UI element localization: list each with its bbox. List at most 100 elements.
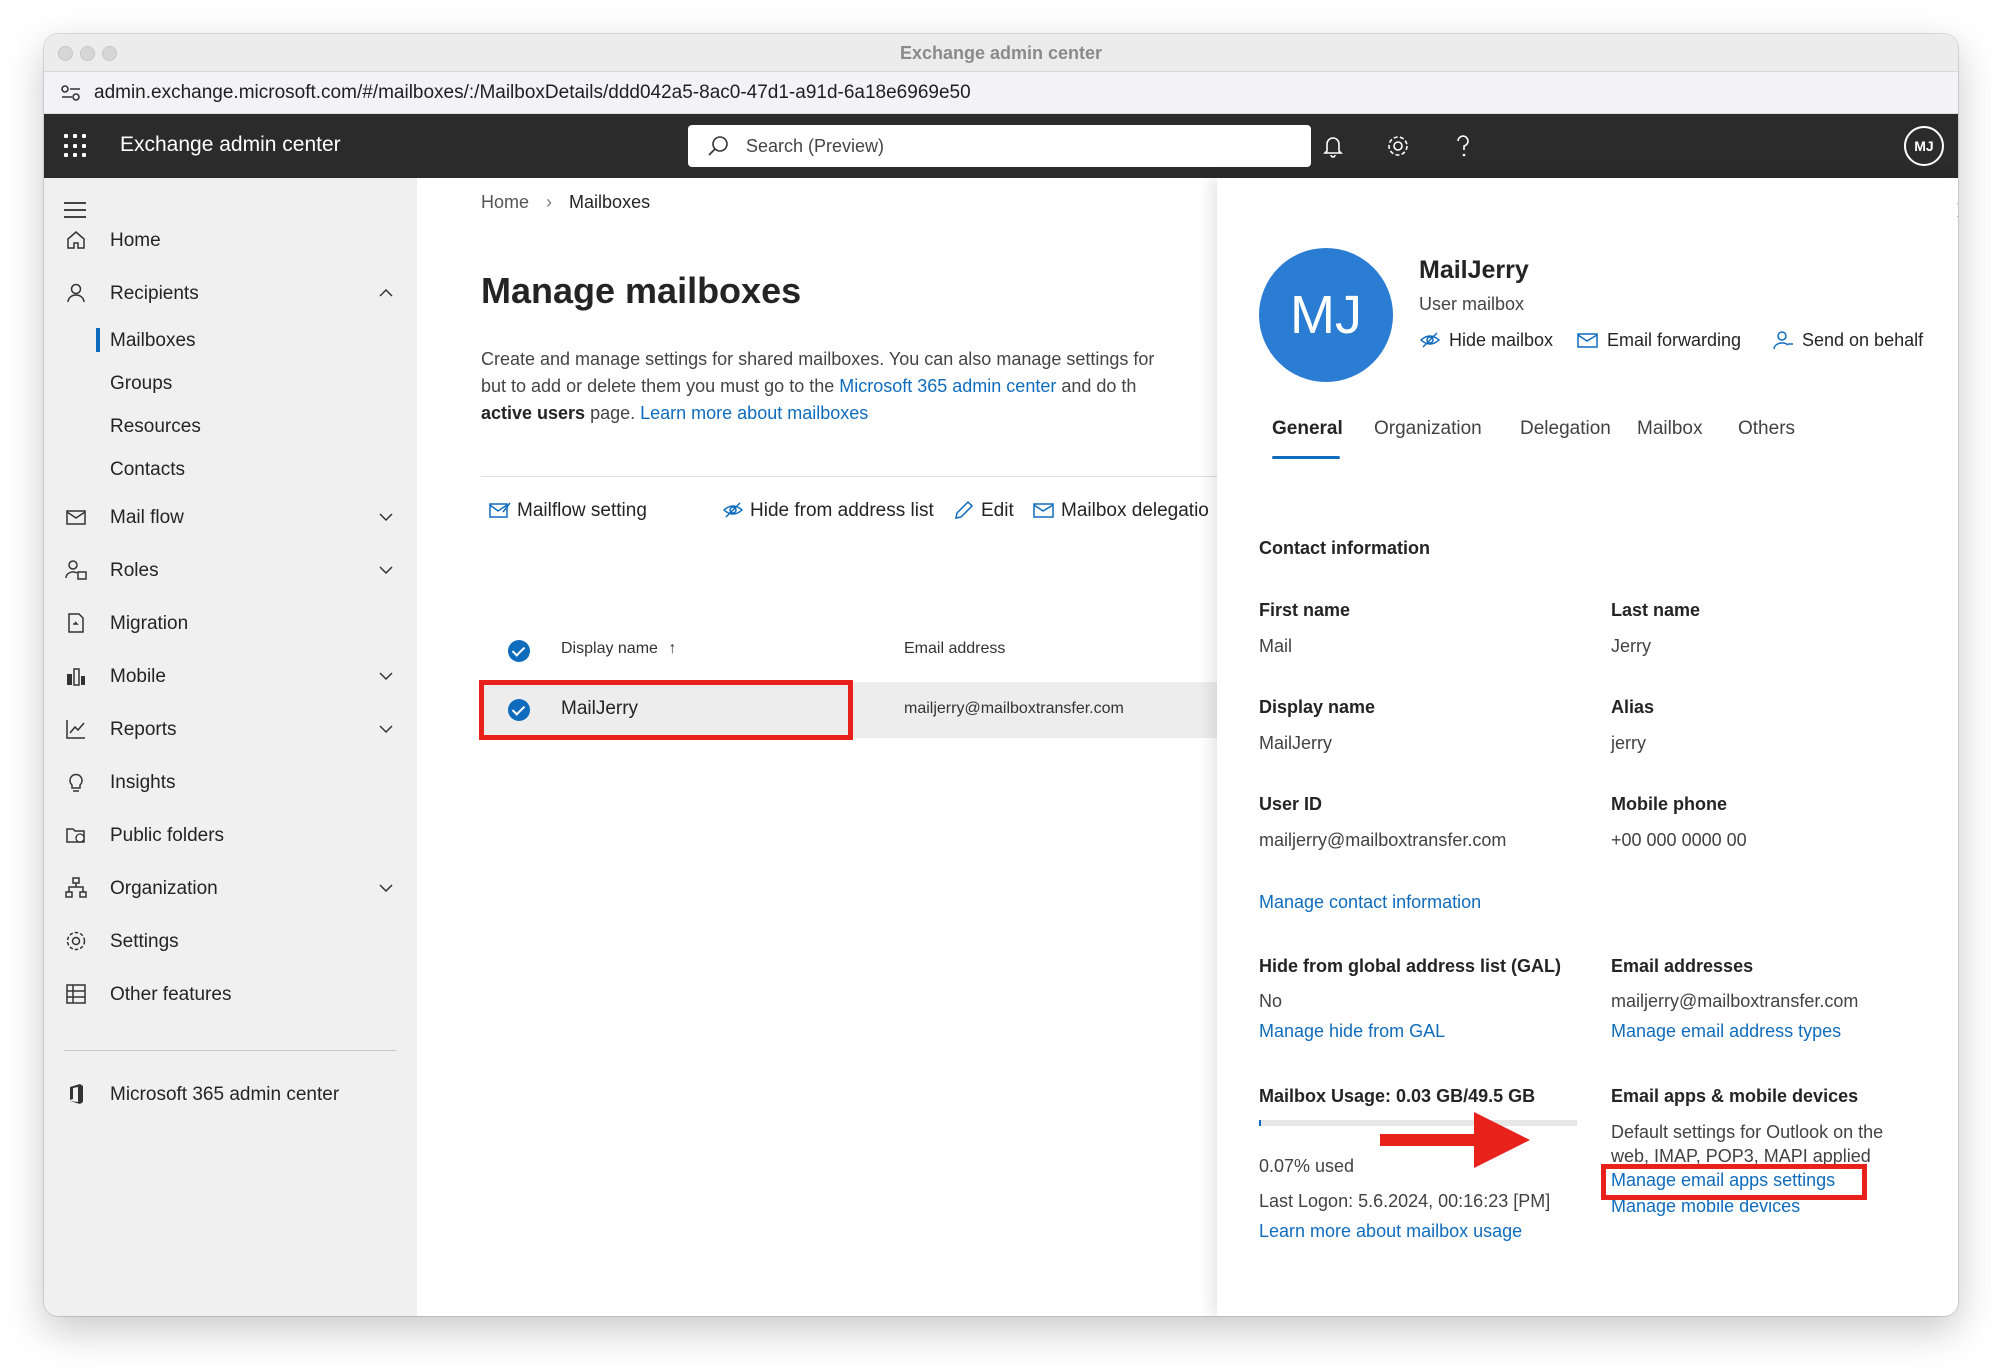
app-launcher-icon[interactable] (64, 134, 88, 158)
sidebar-item-settings[interactable]: Settings (44, 921, 417, 961)
hide-mailbox-button[interactable]: Hide mailbox (1419, 330, 1553, 351)
send-on-behalf-button[interactable]: Send on behalf (1772, 330, 1923, 351)
action-label: Send on behalf (1802, 330, 1924, 350)
chevron-down-icon[interactable] (378, 562, 394, 578)
sidebar-item-groups[interactable]: Groups (44, 363, 417, 403)
address-bar[interactable]: admin.exchange.microsoft.com/#/mailboxes… (44, 72, 1958, 114)
sidebar-item-mail-flow[interactable]: Mail flow (44, 497, 417, 537)
sidebar-item-label: Migration (110, 613, 189, 634)
sidebar-item-recipients[interactable]: Recipients (44, 273, 417, 313)
app-title[interactable]: Exchange admin center (120, 133, 341, 157)
description-text: page. (585, 403, 641, 423)
sidebar-item-label: Organization (110, 878, 218, 899)
select-all-checkbox[interactable] (508, 640, 530, 662)
search-input[interactable]: Search (Preview) (746, 136, 884, 157)
sidebar-item-mailboxes[interactable]: Mailboxes (44, 320, 417, 360)
sidebar-item-roles[interactable]: Roles (44, 550, 417, 590)
search-box[interactable]: Search (Preview) (688, 125, 1311, 167)
person-icon (1773, 331, 1793, 350)
last-name-label: Last name (1611, 600, 1701, 620)
column-header-display-name[interactable]: Display name ↑ (561, 640, 676, 658)
sidebar-item-label: Roles (110, 560, 159, 581)
chevron-up-icon[interactable] (378, 285, 394, 301)
first-name-value: Mail (1259, 636, 1293, 656)
chevron-down-icon[interactable] (378, 509, 394, 525)
alias-label: Alias (1611, 697, 1655, 717)
command-label: Mailbox delegatio (1061, 500, 1209, 521)
learn-more-usage-link[interactable]: Learn more about mailbox usage (1259, 1221, 1522, 1242)
org-icon (65, 877, 87, 898)
bell-icon[interactable] (1318, 131, 1348, 161)
sidebar-item-home[interactable]: Home (44, 220, 417, 260)
sidebar-item-m365-admin[interactable]: Microsoft 365 admin center (44, 1074, 417, 1114)
tab-mailbox[interactable]: Mailbox (1637, 418, 1702, 440)
app-header: Exchange admin center Search (Preview) M… (44, 114, 1958, 178)
row-email: mailjerry@mailboxtransfer.com (904, 700, 1124, 717)
tab-organization[interactable]: Organization (1374, 418, 1482, 440)
sidebar-item-label: Public folders (110, 825, 225, 846)
page-title: Manage mailboxes (481, 270, 802, 311)
gear-icon[interactable] (1383, 131, 1413, 161)
manage-contact-info-link[interactable]: Manage contact information (1259, 892, 1481, 913)
chevron-down-icon[interactable] (378, 721, 394, 737)
sidebar-item-other-features[interactable]: Other features (44, 974, 417, 1014)
column-header-label: Display name (561, 640, 658, 657)
email-forwarding-button[interactable]: Email forwarding (1577, 330, 1741, 351)
mailbox-usage-label: Mailbox Usage: 0.03 GB/49.5 GB (1259, 1086, 1536, 1106)
mail-forward-icon (1577, 333, 1598, 348)
mailbox-delegation-button[interactable]: Mailbox delegatio (1033, 500, 1209, 522)
manage-hide-from-gal-link[interactable]: Manage hide from GAL (1259, 1021, 1445, 1042)
page-description: Create and manage settings for shared ma… (481, 346, 1217, 427)
description-text: and do th (1056, 376, 1137, 396)
url-text[interactable]: admin.exchange.microsoft.com/#/mailboxes… (94, 82, 971, 104)
last-name-value: Jerry (1611, 636, 1651, 656)
sidebar-item-mobile[interactable]: Mobile (44, 656, 417, 696)
site-settings-icon[interactable] (60, 83, 82, 103)
user-avatar[interactable]: MJ (1904, 126, 1944, 166)
hide-icon (1419, 332, 1441, 348)
last-logon: Last Logon: 5.6.2024, 00:16:23 [PM] (1259, 1191, 1551, 1211)
edit-button[interactable]: Edit (953, 500, 1014, 522)
m365-admin-link[interactable]: Microsoft 365 admin center (839, 376, 1056, 396)
description-text: but to add or delete them you must go to… (481, 376, 840, 396)
sidebar-item-contacts[interactable]: Contacts (44, 449, 417, 489)
manage-email-address-types-link[interactable]: Manage email address types (1611, 1021, 1841, 1042)
tab-delegation[interactable]: Delegation (1520, 418, 1611, 440)
mailbox-details-panel: MJ MailJerry User mailbox Hide mailbox E… (1217, 178, 1958, 1316)
tab-others[interactable]: Others (1738, 418, 1795, 440)
email-apps-label: Email apps & mobile devices (1611, 1086, 1859, 1106)
pencil-icon (955, 500, 974, 519)
hide-from-address-list-button[interactable]: Hide from address list (722, 500, 934, 522)
sidebar-item-reports[interactable]: Reports (44, 709, 417, 749)
chevron-down-icon[interactable] (378, 880, 394, 896)
terminal-icon[interactable] (1254, 131, 1284, 161)
breadcrumb-separator-icon: › (546, 192, 553, 212)
mail-icon (1033, 503, 1054, 518)
mailflow-setting-button[interactable]: Mailflow setting (489, 500, 647, 522)
highlight-box-selected-row (479, 680, 853, 740)
email-addresses-label: Email addresses (1611, 956, 1754, 976)
mailbox-usage-fill (1259, 1120, 1261, 1126)
sidebar-item-organization[interactable]: Organization (44, 868, 417, 908)
breadcrumb-home[interactable]: Home (481, 192, 529, 212)
mobile-phone-label: Mobile phone (1611, 794, 1727, 814)
tab-general[interactable]: General (1272, 418, 1343, 440)
action-label: Email forwarding (1607, 330, 1742, 350)
column-header-email[interactable]: Email address (904, 640, 1005, 658)
hide-icon (722, 502, 744, 518)
table-icon (66, 984, 86, 1004)
sidebar-item-public-folders[interactable]: Public folders (44, 815, 417, 855)
sidebar-item-label: Groups (110, 373, 173, 394)
learn-more-mailboxes-link[interactable]: Learn more about mailboxes (640, 403, 868, 423)
sidebar-item-migration[interactable]: Migration (44, 603, 417, 643)
sidebar-divider (64, 1050, 396, 1051)
mailbox-avatar: MJ (1259, 248, 1393, 382)
sidebar-item-resources[interactable]: Resources (44, 406, 417, 446)
sidebar-item-insights[interactable]: Insights (44, 762, 417, 802)
close-icon[interactable] (1953, 198, 1958, 222)
chevron-down-icon[interactable] (378, 668, 394, 684)
contact-info-heading: Contact information (1259, 538, 1430, 558)
first-name-label: First name (1259, 600, 1351, 620)
help-icon[interactable] (1448, 131, 1478, 161)
red-arrow-annotation (1380, 1112, 1530, 1168)
